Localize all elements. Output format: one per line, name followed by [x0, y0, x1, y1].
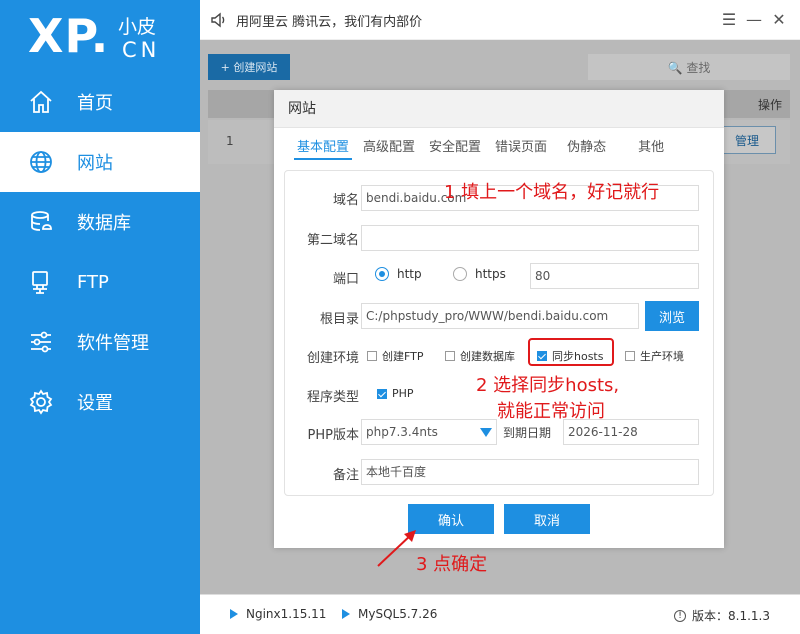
- search-button[interactable]: 🔍 查找: [588, 54, 790, 80]
- sidebar-item-label: 设置: [77, 393, 113, 414]
- http-radio[interactable]: http: [375, 267, 422, 281]
- port-label: 端口: [332, 272, 359, 287]
- logo-main: XP.: [28, 9, 110, 63]
- root-input[interactable]: C:/phpstudy_pro/WWW/bendi.baidu.com: [361, 303, 639, 329]
- version-info: ! 版本：8.1.1.3: [674, 607, 770, 624]
- play-icon: [342, 609, 350, 619]
- highlight-box: [528, 338, 614, 366]
- php-version-label: PHP版本: [307, 428, 359, 443]
- logo-small: 小皮: [118, 16, 157, 38]
- sidebar-item-software[interactable]: 软件管理: [0, 312, 200, 372]
- sliders-icon: [27, 328, 55, 356]
- browse-button[interactable]: 浏览: [645, 301, 699, 331]
- form-panel: 域名 bendi.baidu.com 第二域名 端口 http https 80…: [284, 170, 714, 496]
- tab-other[interactable]: 其他: [635, 136, 667, 160]
- create-ftp-checkbox[interactable]: 创建FTP: [367, 348, 424, 364]
- sidebar-item-label: 网站: [77, 153, 113, 174]
- checkbox-label: PHP: [392, 387, 414, 400]
- port-input[interactable]: 80: [530, 263, 699, 289]
- logo-cn: CN: [122, 38, 161, 62]
- sidebar-item-label: 首页: [77, 93, 113, 114]
- dropdown-arrow-icon: [480, 428, 492, 437]
- arrow-icon: [377, 530, 416, 567]
- annotation-step3: 3 点确定: [416, 554, 488, 575]
- sidebar: XP. 小皮 CN 首页 网站 数据库 FTP 软件管理 设置: [0, 0, 200, 634]
- website-dialog: 网站 基本配置 高级配置 安全配置 错误页面 伪静态 其他 域名 bendi.b…: [274, 90, 724, 548]
- nginx-label: Nginx1.15.11: [246, 607, 327, 621]
- php-version-value: php7.3.4nts: [366, 425, 438, 439]
- domain-label: 域名: [332, 193, 359, 208]
- checkbox-box: [445, 351, 455, 361]
- create-db-checkbox[interactable]: 创建数据库: [445, 348, 515, 364]
- close-button[interactable]: ✕: [768, 8, 790, 30]
- php-checkbox[interactable]: PHP: [377, 387, 414, 400]
- php-version-select[interactable]: php7.3.4nts: [361, 419, 497, 445]
- dialog-tabs: 基本配置 高级配置 安全配置 错误页面 伪静态 其他: [294, 136, 704, 160]
- status-bar: Nginx1.15.11 MySQL5.7.26 ! 版本：8.1.1.3: [200, 594, 800, 634]
- sidebar-nav: 首页 网站 数据库 FTP 软件管理 设置: [0, 72, 200, 432]
- https-radio[interactable]: https: [453, 267, 506, 281]
- checkbox-label: 生产环境: [640, 350, 684, 363]
- radio-dot: [375, 267, 389, 281]
- menu-button[interactable]: ☰: [718, 8, 740, 30]
- monitor-icon: [27, 268, 55, 296]
- gear-icon: [27, 388, 55, 416]
- root-label: 根目录: [319, 312, 359, 327]
- notice-text[interactable]: 用阿里云 腾讯云，我们有内部价: [236, 11, 422, 30]
- row-number: 1: [226, 134, 234, 148]
- dialog-title: 网站: [274, 90, 724, 128]
- expire-label: 到期日期: [503, 426, 552, 440]
- program-type-label: 程序类型: [306, 390, 359, 405]
- checkbox-box: [377, 388, 387, 399]
- production-checkbox[interactable]: 生产环境: [625, 348, 684, 364]
- tab-advanced[interactable]: 高级配置: [360, 136, 418, 160]
- mysql-label: MySQL5.7.26: [358, 607, 438, 621]
- tab-security[interactable]: 安全配置: [426, 136, 484, 160]
- home-icon: [27, 88, 55, 116]
- sidebar-item-label: 软件管理: [77, 333, 149, 354]
- checkbox-box: [625, 351, 635, 361]
- column-header-op: 操作: [757, 98, 782, 112]
- checkbox-label: 创建FTP: [382, 350, 424, 363]
- sidebar-item-website[interactable]: 网站: [0, 132, 200, 192]
- checkbox-label: 创建数据库: [460, 350, 515, 363]
- play-icon: [230, 609, 238, 619]
- annotation-step1: 1 填上一个域名，好记就行: [444, 182, 660, 203]
- tab-error-pages[interactable]: 错误页面: [492, 136, 550, 160]
- create-site-button[interactable]: + 创建网站: [208, 54, 290, 80]
- second-domain-input[interactable]: [361, 225, 699, 251]
- database-icon: [27, 208, 55, 236]
- nginx-status[interactable]: Nginx1.15.11: [230, 607, 326, 621]
- sidebar-item-ftp[interactable]: FTP: [0, 252, 200, 312]
- sidebar-item-label: 数据库: [77, 213, 131, 234]
- cancel-button[interactable]: 取消: [504, 504, 590, 534]
- minimize-button[interactable]: —: [743, 8, 765, 30]
- note-input[interactable]: 本地千百度: [361, 459, 699, 485]
- second-domain-label: 第二域名: [306, 233, 359, 248]
- checkbox-box: [367, 351, 377, 361]
- sidebar-item-settings[interactable]: 设置: [0, 372, 200, 432]
- https-label: https: [475, 267, 506, 281]
- manage-button[interactable]: 管理: [718, 126, 776, 154]
- globe-icon: [27, 148, 55, 176]
- tab-rewrite[interactable]: 伪静态: [564, 136, 609, 160]
- speaker-icon: [210, 11, 228, 29]
- radio-dot: [453, 267, 467, 281]
- sidebar-item-home[interactable]: 首页: [0, 72, 200, 132]
- info-icon: !: [674, 609, 687, 622]
- tab-basic[interactable]: 基本配置: [294, 136, 353, 160]
- note-label: 备注: [332, 468, 359, 483]
- mysql-status[interactable]: MySQL5.7.26: [342, 607, 437, 621]
- env-label: 创建环境: [306, 351, 359, 366]
- annotation-step2-line1: 2 选择同步hosts,: [476, 375, 620, 396]
- version-label: 版本：8.1.1.3: [692, 609, 770, 623]
- http-label: http: [397, 267, 422, 281]
- sidebar-item-database[interactable]: 数据库: [0, 192, 200, 252]
- sidebar-item-label: FTP: [77, 271, 109, 293]
- top-bar: 用阿里云 腾讯云，我们有内部价 ☰ — ✕: [200, 0, 800, 40]
- annotation-step2-line2: 就能正常访问: [497, 401, 605, 422]
